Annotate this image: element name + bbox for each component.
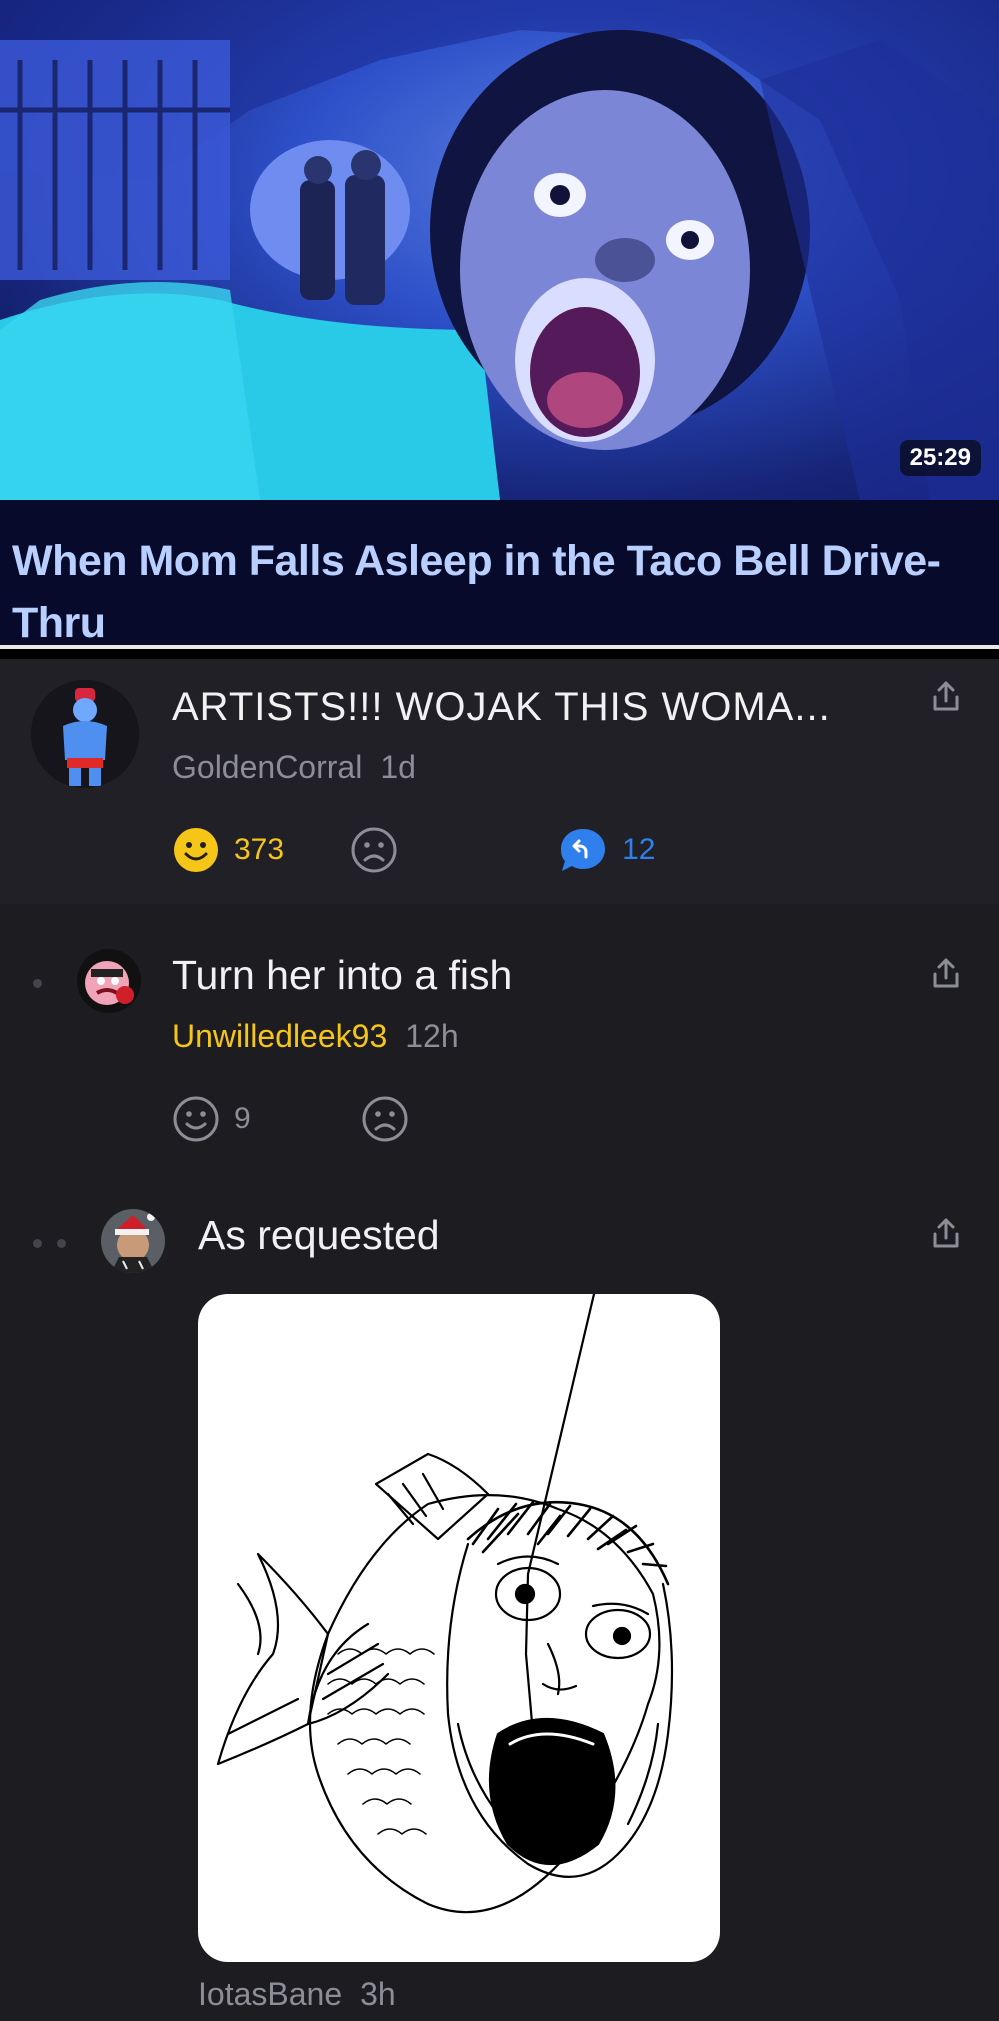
dislike-button[interactable] bbox=[361, 1095, 409, 1143]
share-icon[interactable] bbox=[926, 954, 966, 994]
reply-count: 12 bbox=[622, 833, 656, 866]
dislike-button[interactable] bbox=[350, 826, 398, 874]
post-author[interactable]: GoldenCorral bbox=[172, 749, 362, 785]
comment-text: As requested bbox=[198, 1212, 440, 1258]
comment-age: 12h bbox=[405, 1018, 459, 1054]
video-thumbnail[interactable]: 25:29 When Mom Falls Asleep in the Taco … bbox=[0, 0, 999, 645]
like-button[interactable]: 373 bbox=[172, 826, 284, 874]
video-frame-image bbox=[0, 0, 999, 500]
comment-text: Turn her into a fish bbox=[172, 952, 513, 998]
divider bbox=[0, 645, 999, 659]
comment-author[interactable]: Unwilledleek93 bbox=[172, 1018, 387, 1054]
like-button[interactable]: 9 bbox=[172, 1095, 251, 1143]
comment-actions: 9 bbox=[172, 1094, 409, 1144]
thread-depth-dot bbox=[33, 979, 42, 988]
share-icon[interactable] bbox=[926, 677, 966, 717]
comment-age: 3h bbox=[360, 1976, 396, 2012]
smile-icon bbox=[173, 1096, 219, 1142]
post-header: ARTISTS!!! WOJAK THIS WOMA... GoldenCorr… bbox=[0, 659, 999, 904]
thread-depth-dot bbox=[33, 1239, 42, 1248]
post-title[interactable]: ARTISTS!!! WOJAK THIS WOMA... bbox=[172, 685, 831, 730]
post-author-avatar[interactable] bbox=[31, 680, 139, 788]
comment-author[interactable]: IotasBane bbox=[198, 1976, 342, 2012]
fish-wojak-drawing bbox=[216, 1294, 674, 1914]
comment-meta: IotasBane 3h bbox=[198, 1976, 396, 2013]
comment-author-avatar[interactable] bbox=[77, 949, 141, 1013]
post-actions: 373 12 bbox=[172, 825, 655, 875]
comment-meta: Unwilledleek93 12h bbox=[172, 1018, 459, 1055]
like-count: 9 bbox=[234, 1102, 251, 1135]
video-duration: 25:29 bbox=[899, 440, 981, 476]
post-age: 1d bbox=[380, 749, 416, 785]
share-icon[interactable] bbox=[926, 1214, 966, 1254]
frown-icon bbox=[351, 827, 397, 873]
like-count: 373 bbox=[234, 833, 285, 866]
smile-icon bbox=[174, 828, 218, 872]
frown-icon bbox=[362, 1096, 408, 1142]
thread-depth-dot bbox=[57, 1239, 66, 1248]
comment-thread: Turn her into a fish Unwilledleek93 12h 9 bbox=[0, 904, 999, 2021]
comment-author-avatar[interactable] bbox=[101, 1209, 165, 1273]
reply-button[interactable]: 12 bbox=[558, 826, 655, 874]
comment-image-attachment[interactable] bbox=[198, 1294, 720, 1962]
video-title[interactable]: When Mom Falls Asleep in the Taco Bell D… bbox=[12, 530, 987, 645]
post-meta: GoldenCorral 1d bbox=[172, 749, 416, 786]
reply-bubble-icon bbox=[561, 829, 606, 871]
